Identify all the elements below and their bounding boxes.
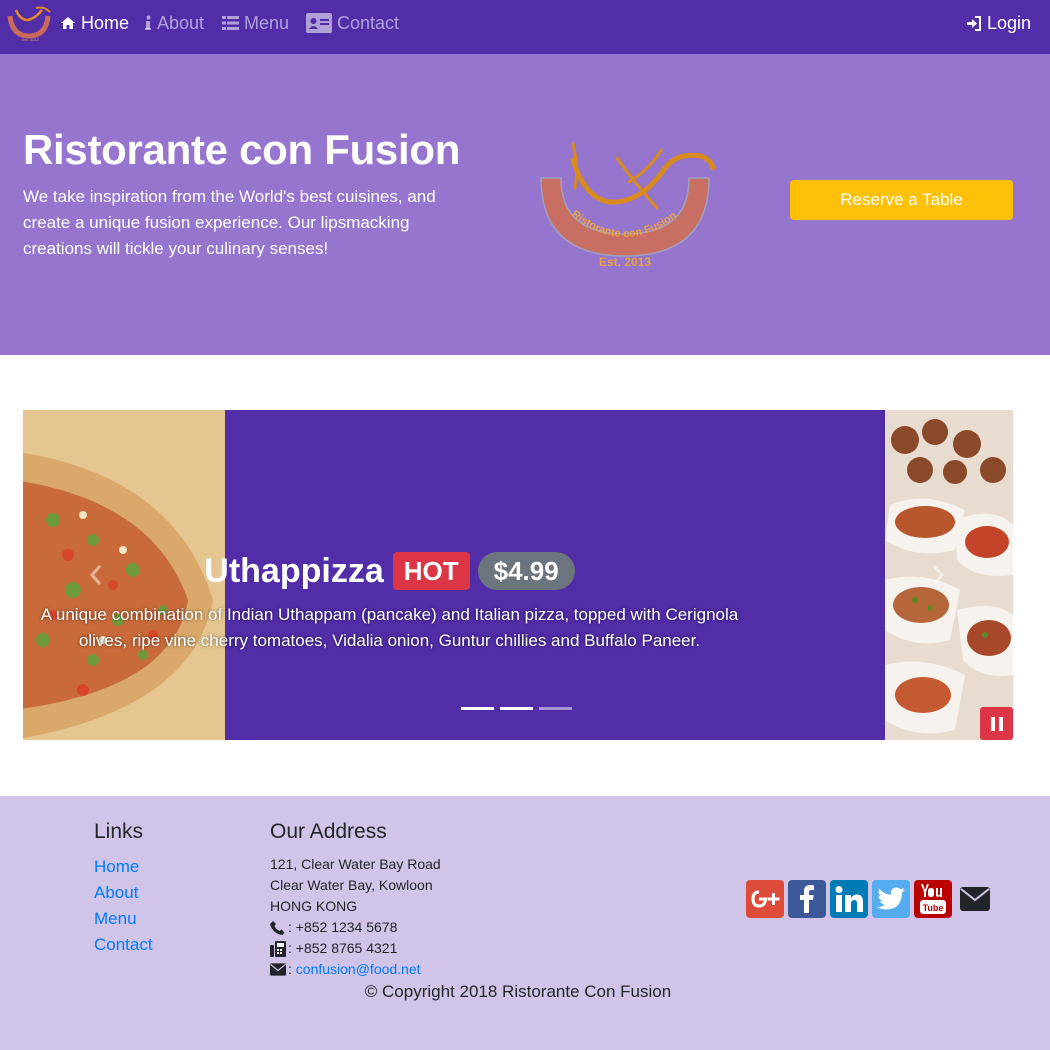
sign-in-icon [966, 15, 982, 31]
price-badge: $4.99 [477, 552, 575, 590]
reserve-table-button[interactable]: Reserve a Table [790, 180, 1013, 220]
carousel-indicator[interactable] [500, 707, 533, 710]
address-block: 121, Clear Water Bay Road Clear Water Ba… [270, 854, 441, 980]
youtube-button[interactable]: Tube [914, 880, 952, 918]
address-heading: Our Address [270, 820, 387, 843]
footer-links: Home About Menu Contact [94, 854, 153, 958]
svg-text:Tube: Tube [923, 903, 944, 913]
google-plus-icon [751, 890, 780, 908]
carousel-prev-button[interactable] [86, 560, 106, 590]
dish-description: A unique combination of Indian Uthappam … [40, 605, 739, 650]
footer-link-home[interactable]: Home [94, 854, 153, 880]
curry-slide-image [885, 410, 1013, 740]
restaurant-logo[interactable]: Est. 2013 [6, 4, 52, 42]
carousel-indicator[interactable] [461, 707, 494, 710]
jumbotron: Ristorante con Fusion We take inspiratio… [0, 54, 1050, 355]
google-plus-button[interactable] [746, 880, 784, 918]
footer: Links Home About Menu Contact Our Addres… [0, 796, 1050, 1050]
carousel-indicators [461, 707, 572, 710]
copyright-text: © Copyright 2018 Ristorante Con Fusion [364, 982, 672, 1001]
logo-est-text: Est. 2013 [599, 255, 651, 269]
email-line: : confusion@food.net [270, 959, 441, 980]
info-icon [145, 15, 152, 31]
twitter-button[interactable] [872, 880, 910, 918]
nav-about[interactable]: About [145, 11, 204, 35]
email-link[interactable]: confusion@food.net [296, 959, 421, 980]
nav-about-label: About [157, 12, 205, 33]
nav-contact[interactable]: Contact [306, 11, 399, 35]
chevron-left-icon [89, 565, 102, 585]
email-prefix: : [288, 961, 296, 977]
address-line: 121, Clear Water Bay Road [270, 856, 441, 872]
footer-link-about[interactable]: About [94, 880, 153, 906]
nav-menu-label: Menu [244, 12, 290, 33]
footer-link-contact[interactable]: Contact [94, 932, 153, 958]
mail-button[interactable] [956, 880, 994, 918]
social-links: Tube [746, 880, 994, 918]
phone-icon [270, 920, 286, 935]
restaurant-logo-large: Ristorante con Fusion Est. 2013 [540, 142, 716, 269]
facebook-button[interactable] [788, 880, 826, 918]
svg-text:Est. 2013: Est. 2013 [22, 37, 40, 42]
fax-icon [270, 940, 286, 957]
twitter-icon [877, 887, 905, 910]
carousel-next-button[interactable] [928, 560, 948, 590]
navbar: Est. 2013 Home About Menu Contact Login [0, 0, 1050, 54]
carousel-pause-button[interactable] [980, 707, 1013, 740]
phone-number: : +852 1234 5678 [288, 919, 398, 935]
youtube-icon: Tube [920, 884, 946, 914]
caption-heading: Uthappizza HOT $4.99 [23, 550, 756, 592]
fax-number: : +852 8765 4321 [288, 940, 398, 956]
envelope-icon [960, 887, 990, 911]
nav-menu[interactable]: Menu [222, 11, 289, 35]
pause-icon [990, 716, 1003, 731]
dish-carousel: Uthappizza HOT $4.99 A unique combinatio… [23, 410, 1013, 740]
nav-home-label: Home [81, 12, 130, 33]
login-button[interactable]: Login [966, 11, 1031, 35]
carousel-indicator[interactable] [539, 707, 572, 710]
chevron-right-icon [932, 565, 945, 585]
fax-line: : +852 8765 4321 [270, 938, 441, 959]
address-line: HONG KONG [270, 898, 358, 914]
linkedin-button[interactable] [830, 880, 868, 918]
hot-badge: HOT [392, 552, 470, 590]
nav-contact-label: Contact [337, 12, 400, 33]
facebook-icon [800, 885, 814, 913]
linkedin-icon [835, 886, 863, 912]
address-card-icon [306, 13, 332, 33]
page-title: Ristorante con Fusion [23, 126, 461, 173]
intro-text: We take inspiration from the World's bes… [23, 187, 436, 258]
links-heading: Links [94, 820, 144, 843]
envelope-icon [270, 963, 286, 977]
address-line: Clear Water Bay, Kowloon [270, 877, 433, 893]
login-label: Login [987, 12, 1032, 33]
carousel-caption: Uthappizza HOT $4.99 A unique combinatio… [23, 550, 756, 654]
list-icon [222, 16, 239, 30]
footer-link-menu[interactable]: Menu [94, 906, 153, 932]
home-icon [60, 16, 76, 30]
phone-line: : +852 1234 5678 [270, 917, 441, 938]
nav-home[interactable]: Home [60, 11, 129, 35]
dish-name: Uthappizza [204, 551, 384, 590]
